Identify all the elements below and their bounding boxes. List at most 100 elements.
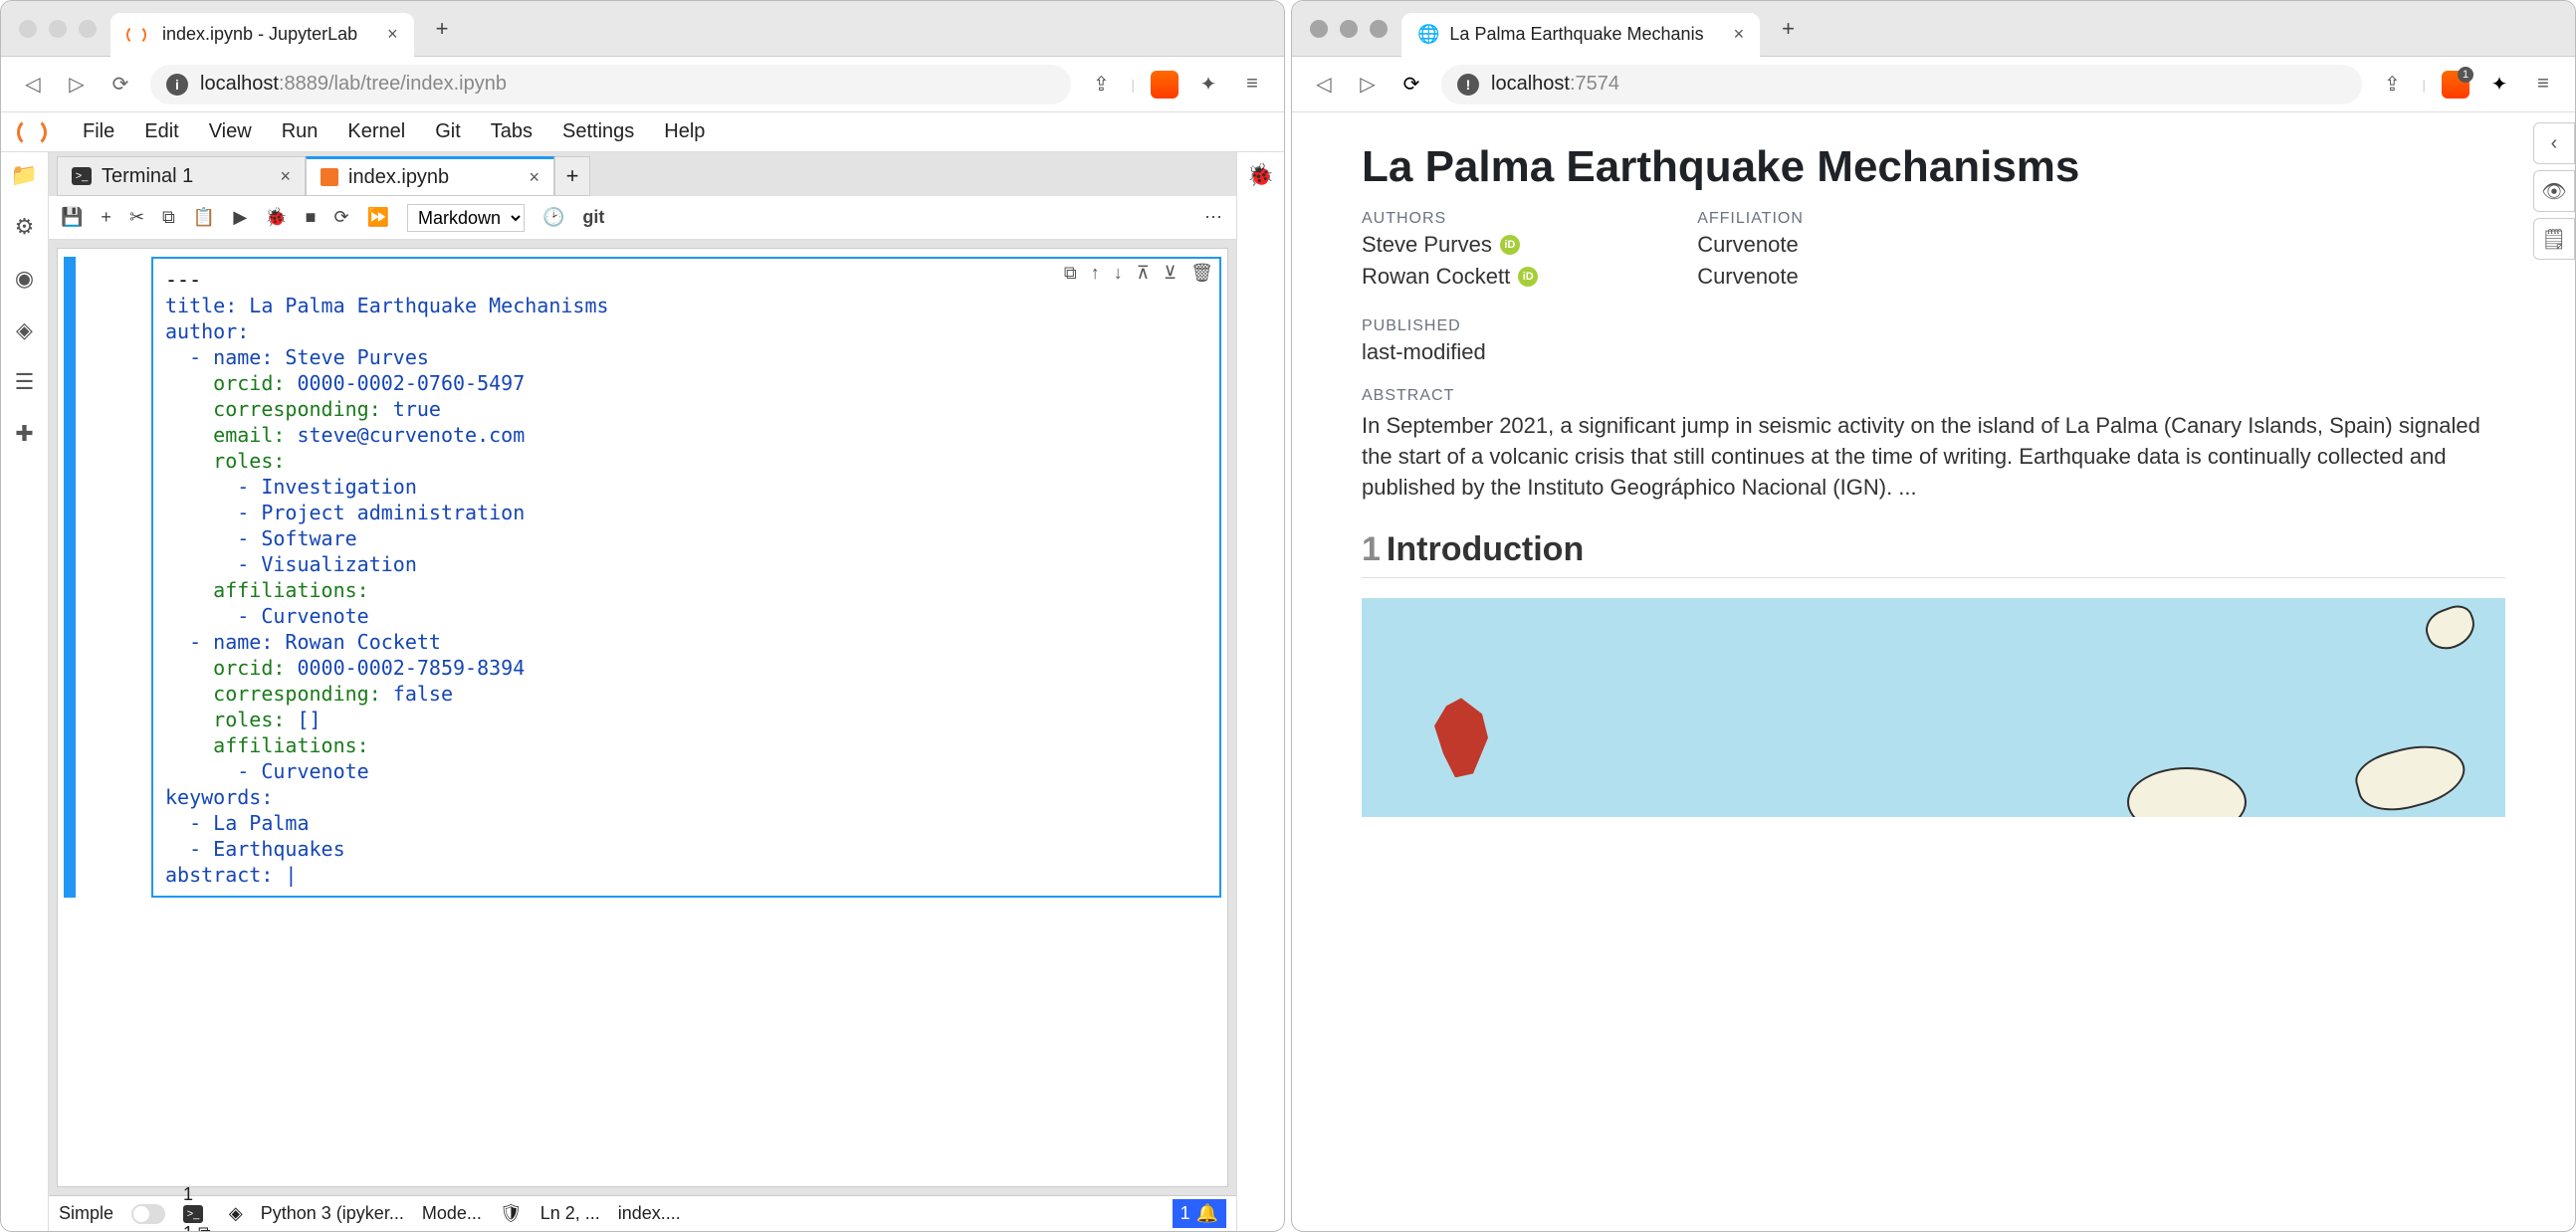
close-tab-icon[interactable]: × — [529, 167, 539, 188]
forward-button[interactable]: ▷ — [63, 71, 91, 99]
brave-shields-icon[interactable]: 1 — [2442, 71, 2469, 99]
extension-icon[interactable]: ✚ — [15, 421, 33, 447]
copy-icon[interactable]: ⧉ — [162, 207, 175, 228]
orcid-icon[interactable]: iD — [1518, 267, 1538, 287]
collapse-icon[interactable]: ‹ — [2533, 122, 2575, 164]
duplicate-icon[interactable]: ⧉ — [1064, 263, 1077, 284]
notification-button[interactable]: 1 🔔 — [1173, 1199, 1226, 1228]
cursor-status[interactable]: Ln 2, ... — [540, 1203, 600, 1224]
stop-icon[interactable]: ◉ — [15, 266, 34, 292]
cut-icon[interactable]: ✂ — [129, 207, 144, 228]
save-icon[interactable]: 💾 — [61, 207, 83, 228]
window-controls[interactable] — [1310, 20, 1388, 38]
file-status[interactable]: index.... — [618, 1203, 681, 1224]
window-preview: 🌐 La Palma Earthquake Mechanis × + ◁ ▷ ⟳… — [1291, 0, 2576, 1232]
menu-help[interactable]: Help — [664, 120, 705, 143]
view-icon[interactable]: 👁 — [2533, 170, 2575, 212]
address-bar[interactable]: i localhost:8889/lab/tree/index.ipynb — [150, 65, 1071, 104]
debug-icon[interactable]: 🐞 — [265, 207, 287, 228]
site-info-icon[interactable]: i — [166, 74, 188, 96]
git-icon[interactable]: ◈ — [16, 317, 33, 343]
insert-above-icon[interactable]: ⊼ — [1137, 263, 1150, 284]
status-terminals[interactable]: 1 >_ 1 ⧉ — [183, 1184, 211, 1232]
mode-status[interactable]: Mode... — [422, 1203, 482, 1224]
insert-below-icon[interactable]: ⊻ — [1164, 263, 1177, 284]
close-tab-icon[interactable]: × — [1734, 24, 1745, 45]
published-label: PUBLISHED — [1362, 317, 2505, 335]
note-icon[interactable]: 🗒 — [2533, 218, 2575, 260]
toc-icon[interactable]: ☰ — [15, 369, 35, 395]
url-host: localhost — [200, 73, 279, 95]
new-tab-button[interactable]: + — [1782, 16, 1795, 42]
notebook-icon — [321, 168, 338, 186]
tab-terminal[interactable]: >_ Terminal 1 × — [57, 156, 306, 196]
browser-tab[interactable]: index.ipynb - JupyterLab × — [110, 13, 414, 57]
menu-icon[interactable]: ≡ — [1238, 71, 1266, 99]
minimize-window-icon[interactable] — [49, 20, 67, 38]
browser-tab[interactable]: 🌐 La Palma Earthquake Mechanis × — [1401, 13, 1760, 57]
orcid-icon[interactable]: iD — [1500, 235, 1520, 255]
trusted-icon[interactable]: 🛡 — [500, 1203, 523, 1224]
cell-editor[interactable]: --- title: La Palma Earthquake Mechanism… — [165, 267, 1207, 888]
back-button[interactable]: ◁ — [19, 71, 47, 99]
menu-settings[interactable]: Settings — [562, 120, 634, 143]
cell-selected-indicator — [64, 257, 76, 898]
git-toolbar-label[interactable]: git — [582, 207, 604, 228]
menu-view[interactable]: View — [209, 120, 252, 143]
cell-markdown[interactable]: ⧉ ↑ ↓ ⊼ ⊻ 🗑 --- title: La Palma Earthqua… — [64, 257, 1221, 898]
menu-file[interactable]: File — [83, 120, 114, 143]
extensions-icon[interactable]: ✦ — [2485, 71, 2513, 99]
address-bar[interactable]: ! localhost:7574 — [1441, 65, 2362, 104]
share-icon[interactable]: ⇪ — [2378, 71, 2406, 99]
menu-edit[interactable]: Edit — [144, 120, 178, 143]
reload-button[interactable]: ⟳ — [107, 71, 134, 99]
published-value: last-modified — [1362, 339, 2505, 365]
running-icon[interactable]: ⚙ — [15, 214, 35, 240]
zoom-window-icon[interactable] — [79, 20, 97, 38]
debugger-icon[interactable]: 🐞 — [1247, 162, 1274, 188]
right-sidebar: 🐞 — [1236, 152, 1284, 1231]
menu-git[interactable]: Git — [435, 120, 461, 143]
close-tab-icon[interactable]: × — [280, 166, 291, 187]
paste-icon[interactable]: 📋 — [193, 207, 215, 228]
restart-run-icon[interactable]: ⏩ — [367, 207, 389, 228]
notebook-area[interactable]: ⧉ ↑ ↓ ⊼ ⊻ 🗑 --- title: La Palma Earthqua… — [57, 248, 1228, 1187]
move-up-icon[interactable]: ↑ — [1091, 263, 1100, 284]
more-icon[interactable]: ⋯ — [1204, 207, 1224, 228]
restart-icon[interactable]: ⟳ — [333, 207, 348, 228]
add-tab-button[interactable]: + — [554, 156, 590, 196]
article[interactable]: ‹ 👁 🗒 La Palma Earthquake Mechanisms AUT… — [1292, 112, 2575, 1231]
menu-icon[interactable]: ≡ — [2529, 71, 2557, 99]
new-tab-button[interactable]: + — [436, 16, 449, 42]
simple-toggle[interactable] — [131, 1204, 165, 1224]
menu-kernel[interactable]: Kernel — [347, 120, 405, 143]
extensions-icon[interactable]: ✦ — [1194, 71, 1222, 99]
run-icon[interactable]: ▶ — [233, 207, 247, 228]
cell-type-select[interactable]: Markdown — [407, 204, 525, 232]
forward-button[interactable]: ▷ — [1354, 71, 1382, 99]
menu-run[interactable]: Run — [282, 120, 319, 143]
close-window-icon[interactable] — [1310, 20, 1328, 38]
move-down-icon[interactable]: ↓ — [1114, 263, 1123, 284]
interrupt-icon[interactable]: ■ — [306, 207, 317, 228]
window-controls[interactable] — [19, 20, 97, 38]
close-window-icon[interactable] — [19, 20, 37, 38]
delete-icon[interactable]: 🗑 — [1190, 263, 1213, 284]
minimize-window-icon[interactable] — [1340, 20, 1358, 38]
brave-shields-icon[interactable] — [1151, 71, 1179, 99]
zoom-window-icon[interactable] — [1370, 20, 1388, 38]
insert-cell-icon[interactable]: + — [101, 207, 111, 228]
back-button[interactable]: ◁ — [1310, 71, 1338, 99]
menu-tabs[interactable]: Tabs — [491, 120, 533, 143]
reload-button[interactable]: ⟳ — [1397, 71, 1425, 99]
titlebar: index.ipynb - JupyterLab × + — [1, 1, 1284, 57]
share-icon[interactable]: ⇪ — [1087, 71, 1115, 99]
tab-notebook[interactable]: index.ipynb × — [306, 156, 554, 196]
clock-icon[interactable]: 🕑 — [542, 207, 564, 228]
site-info-icon[interactable]: ! — [1457, 74, 1479, 96]
git-status-icon[interactable]: ◈ — [229, 1203, 243, 1224]
folder-icon[interactable]: 📁 — [11, 162, 38, 188]
close-tab-icon[interactable]: × — [387, 24, 398, 45]
globe-icon: 🌐 — [1417, 24, 1439, 45]
kernel-status[interactable]: Python 3 (ipyker... — [261, 1203, 404, 1224]
